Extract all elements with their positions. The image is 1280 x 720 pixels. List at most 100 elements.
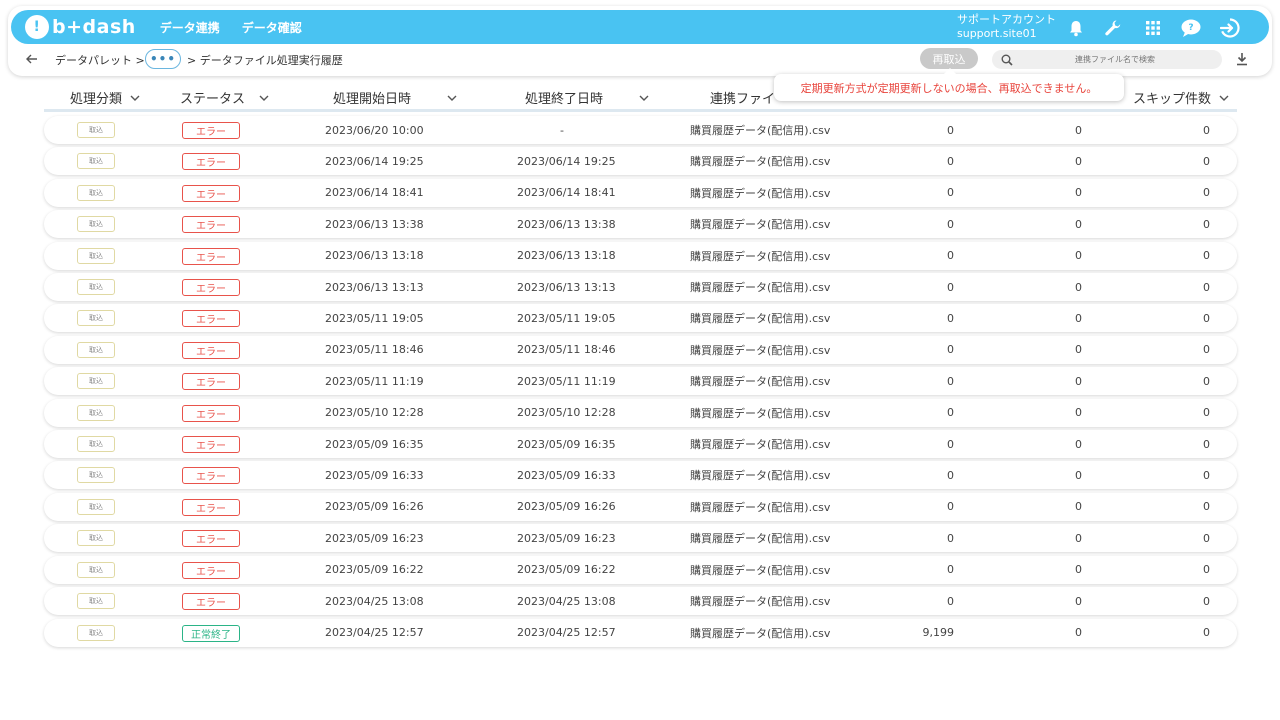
status-badge: 正常終了 [182, 624, 240, 642]
nav-data-link[interactable]: データ連携 [160, 19, 220, 36]
type-badge: 取込 [77, 216, 115, 233]
count-1: 0 [947, 154, 954, 168]
skip-count: 0 [1203, 406, 1210, 420]
count-2: 0 [1075, 280, 1082, 294]
skip-count: 0 [1203, 500, 1210, 514]
start-time: 2023/05/09 16:23 [325, 531, 424, 545]
table-row[interactable]: 取込 エラー 2023/05/11 18:46 2023/05/11 18:46… [44, 335, 1237, 364]
status-badge: エラー [182, 467, 240, 485]
skip-count: 0 [1203, 374, 1210, 388]
table-row[interactable]: 取込 エラー 2023/06/14 19:25 2023/06/14 19:25… [44, 147, 1237, 176]
status-badge: エラー [182, 530, 240, 548]
table-row[interactable]: 取込 エラー 2023/06/13 13:38 2023/06/13 13:38… [44, 210, 1237, 239]
status-badge: エラー [182, 153, 240, 171]
table-row[interactable]: 取込 エラー 2023/04/25 13:08 2023/04/25 13:08… [44, 587, 1237, 616]
count-2: 0 [1075, 311, 1082, 325]
count-1: 0 [947, 531, 954, 545]
status-badge: エラー [182, 310, 240, 328]
table-row[interactable]: 取込 エラー 2023/05/09 16:22 2023/05/09 16:22… [44, 555, 1237, 584]
type-badge: 取込 [77, 310, 115, 327]
skip-count: 0 [1203, 217, 1210, 231]
table-row[interactable]: 取込 エラー 2023/06/20 10:00 - 購買履歴データ(配信用).c… [44, 116, 1237, 144]
end-time: 2023/04/25 13:08 [517, 594, 616, 608]
chevron-down-icon [130, 93, 140, 103]
account-info[interactable]: サポートアカウント support.site01 [957, 13, 1056, 41]
start-time: 2023/06/13 13:18 [325, 249, 424, 263]
type-badge: 取込 [77, 122, 115, 138]
end-time: 2023/05/10 12:28 [517, 406, 616, 420]
count-1: 0 [947, 123, 954, 137]
breadcrumb-data-palette[interactable]: データパレット > [55, 52, 145, 68]
column-header-end[interactable]: 処理終了日時 [525, 88, 649, 107]
skip-count: 0 [1203, 563, 1210, 577]
status-badge: エラー [182, 216, 240, 234]
table-row[interactable]: 取込 エラー 2023/05/11 19:05 2023/05/11 19:05… [44, 304, 1237, 333]
table-row[interactable]: 取込 エラー 2023/05/10 12:28 2023/05/10 12:28… [44, 398, 1237, 427]
column-header-file-label: 連携ファイ [710, 92, 776, 107]
status-badge: エラー [182, 561, 240, 579]
wrench-icon[interactable] [1102, 17, 1124, 39]
logo[interactable]: ! b+dash [25, 15, 136, 39]
count-2: 0 [1075, 123, 1082, 137]
table-row[interactable]: 取込 エラー 2023/06/13 13:18 2023/06/13 13:18… [44, 241, 1237, 270]
file-name: 購買履歴データ(配信用).csv [690, 186, 831, 200]
top-nav-bar: ! b+dash データ連携 データ確認 サポートアカウント support.s… [11, 10, 1269, 44]
bell-icon[interactable] [1065, 17, 1087, 39]
table-row[interactable]: 取込 エラー 2023/05/09 16:23 2023/05/09 16:23… [44, 524, 1237, 553]
file-name: 購買履歴データ(配信用).csv [690, 312, 831, 326]
grid-menu-icon[interactable] [1142, 17, 1164, 39]
file-name: 購買履歴データ(配信用).csv [690, 155, 831, 169]
file-name: 購買履歴データ(配信用).csv [690, 563, 831, 577]
column-header-start[interactable]: 処理開始日時 [333, 88, 457, 107]
type-badge: 取込 [77, 373, 115, 390]
start-time: 2023/05/11 18:46 [325, 343, 424, 357]
skip-count: 0 [1203, 468, 1210, 482]
column-header-status[interactable]: ステータス [180, 88, 269, 107]
skip-count: 0 [1203, 154, 1210, 168]
support-chat-icon[interactable]: ? [1180, 17, 1202, 39]
app-root: ! b+dash データ連携 データ確認 サポートアカウント support.s… [0, 0, 1280, 720]
table-row[interactable]: 取込 エラー 2023/06/14 18:41 2023/06/14 18:41… [44, 178, 1237, 207]
file-name: 購買履歴データ(配信用).csv [690, 500, 831, 514]
count-2: 0 [1075, 500, 1082, 514]
count-1: 0 [947, 374, 954, 388]
skip-count: 0 [1203, 311, 1210, 325]
start-time: 2023/05/09 16:26 [325, 500, 424, 514]
type-badge: 取込 [77, 530, 115, 547]
table-row[interactable]: 取込 正常終了 2023/04/25 12:57 2023/04/25 12:5… [44, 618, 1237, 647]
search-box[interactable] [992, 50, 1222, 69]
count-2: 0 [1075, 437, 1082, 451]
back-arrow-icon[interactable] [24, 51, 40, 67]
count-2: 0 [1075, 249, 1082, 263]
nav-data-check[interactable]: データ確認 [242, 19, 302, 36]
table-row[interactable]: 取込 エラー 2023/05/11 11:19 2023/05/11 11:19… [44, 367, 1237, 396]
status-badge: エラー [182, 404, 240, 422]
end-time: 2023/06/13 13:13 [517, 280, 616, 294]
status-badge: エラー [182, 341, 240, 359]
file-name: 購買履歴データ(配信用).csv [690, 595, 831, 609]
end-time: 2023/05/09 16:26 [517, 500, 616, 514]
file-name: 購買履歴データ(配信用).csv [690, 218, 831, 232]
download-icon[interactable] [1234, 50, 1250, 68]
chevron-down-icon [447, 93, 457, 103]
start-time: 2023/05/10 12:28 [325, 406, 424, 420]
breadcrumb-ellipsis-button[interactable]: ••• [145, 49, 181, 69]
type-badge: 取込 [77, 561, 115, 578]
table-row[interactable]: 取込 エラー 2023/05/09 16:33 2023/05/09 16:33… [44, 461, 1237, 490]
logout-icon[interactable] [1219, 17, 1241, 39]
table-row[interactable]: 取込 エラー 2023/06/13 13:13 2023/06/13 13:13… [44, 273, 1237, 302]
column-header-type[interactable]: 処理分類 [70, 88, 140, 107]
count-2: 0 [1075, 406, 1082, 420]
type-badge: 取込 [77, 279, 115, 296]
count-2: 0 [1075, 563, 1082, 577]
count-1: 0 [947, 563, 954, 577]
column-header-skip[interactable]: スキップ件数 [1133, 88, 1229, 107]
table-row[interactable]: 取込 エラー 2023/05/09 16:35 2023/05/09 16:35… [44, 430, 1237, 459]
status-badge: エラー [182, 122, 240, 139]
column-header-file[interactable]: 連携ファイ [710, 88, 775, 107]
table-row[interactable]: 取込 エラー 2023/05/09 16:26 2023/05/09 16:26… [44, 492, 1237, 521]
search-input[interactable] [1020, 55, 1210, 64]
reload-button[interactable]: 再取込 [920, 48, 978, 69]
file-name: 購買履歴データ(配信用).csv [690, 532, 831, 546]
count-1: 0 [947, 311, 954, 325]
